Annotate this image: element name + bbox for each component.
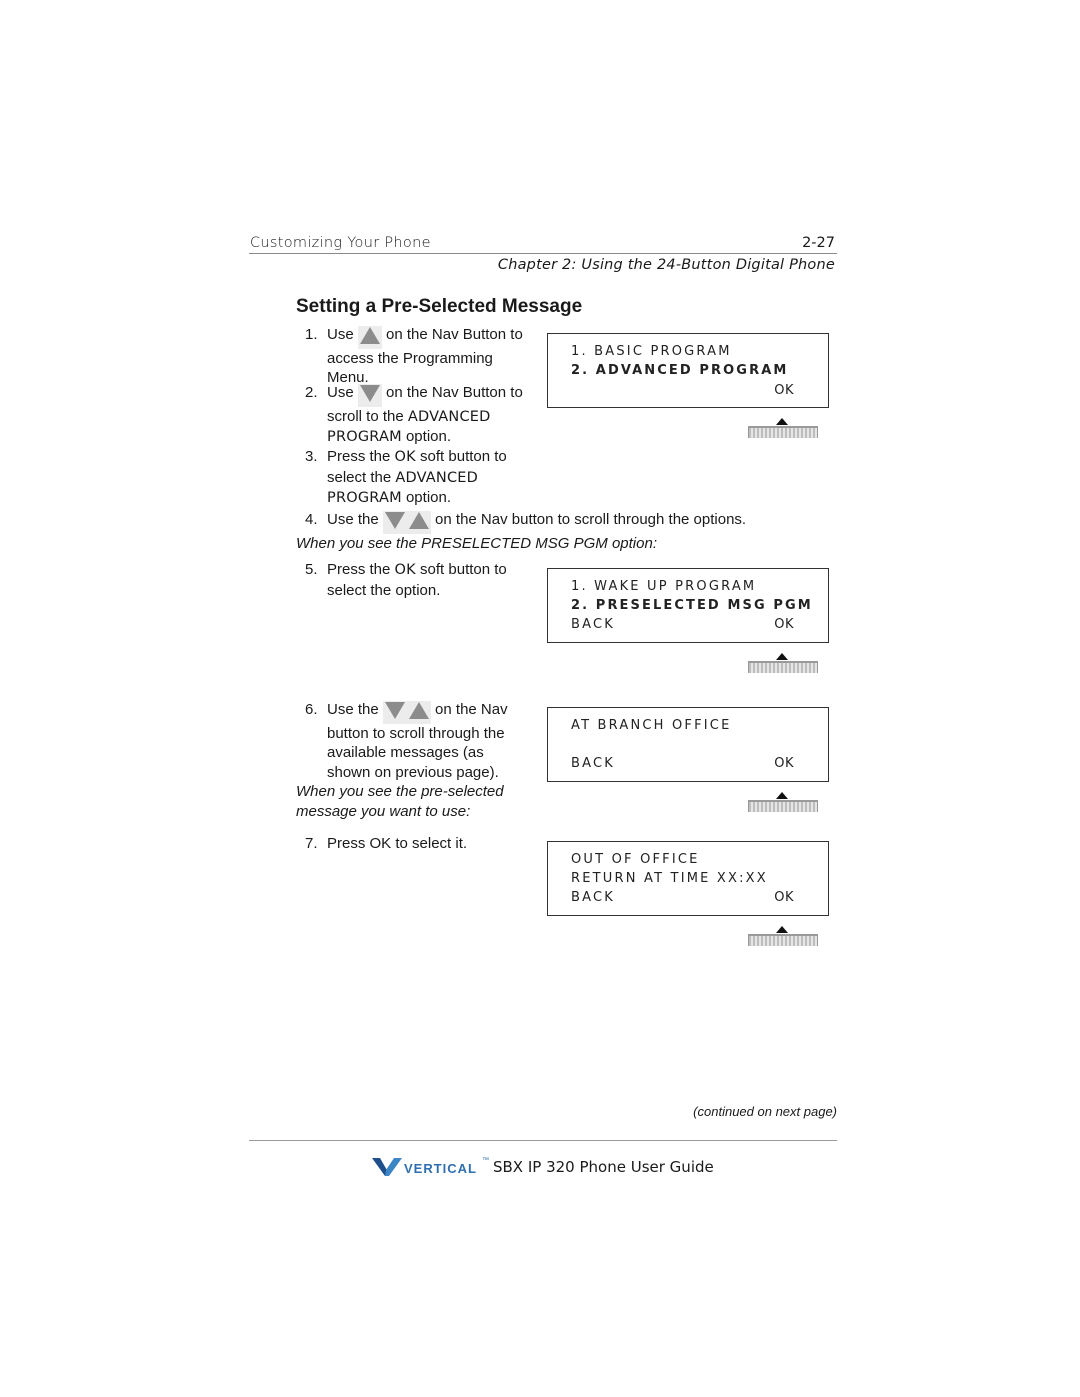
nav-button-graphic: [748, 792, 818, 818]
section-title: Customizing Your Phone: [250, 235, 431, 251]
phone-display-2: 1. WAKE UP PROGRAM 2. PRESELECTED MSG PG…: [547, 568, 829, 643]
trademark: ™: [482, 1157, 489, 1164]
phone-display-4: OUT OF OFFICE RETURN AT TIME XX:XX BACK …: [547, 841, 829, 916]
continued-note: (continued on next page): [693, 1104, 837, 1119]
nav-down-icon: [382, 511, 407, 534]
ok-softkey: OK: [774, 617, 794, 632]
nav-down-icon: [382, 701, 407, 724]
nav-button-graphic: [748, 418, 818, 444]
nav-up-icon: [406, 511, 431, 534]
nav-down-icon: [357, 384, 382, 407]
ok-softkey: OK: [774, 756, 794, 771]
nav-up-icon: [357, 326, 382, 349]
note-preselected-option: When you see the PRESELECTED MSG PGM opt…: [296, 535, 657, 552]
nav-up-icon: [406, 701, 431, 724]
ok-softkey: OK: [774, 383, 794, 398]
footer-divider: [249, 1140, 837, 1141]
nav-key-bar: [748, 426, 818, 438]
page-number: 2-27: [802, 235, 835, 251]
up-arrow-icon: [776, 653, 788, 660]
back-softkey: BACK: [571, 756, 615, 771]
phone-display-3: AT BRANCH OFFICE BACK OK: [547, 707, 829, 782]
nav-button-graphic: [748, 653, 818, 679]
nav-key-bar: [748, 934, 818, 946]
nav-key-bar: [748, 661, 818, 673]
ok-softkey: OK: [774, 890, 794, 905]
chapter-title: Chapter 2: Using the 24-Button Digital P…: [497, 257, 835, 273]
brand-name: VERTICAL: [404, 1161, 477, 1176]
nav-button-graphic: [748, 926, 818, 952]
vertical-logo-icon: [372, 1158, 402, 1176]
guide-title: SBX IP 320 Phone User Guide: [493, 1158, 714, 1176]
back-softkey: BACK: [571, 890, 615, 905]
note-pre-selected-message: When you see the pre-selected message yo…: [296, 783, 504, 820]
up-arrow-icon: [776, 418, 788, 425]
header-divider: [249, 253, 837, 254]
up-arrow-icon: [776, 926, 788, 933]
up-arrow-icon: [776, 792, 788, 799]
nav-key-bar: [748, 800, 818, 812]
phone-display-1: 1. BASIC PROGRAM 2. ADVANCED PROGRAM OK: [547, 333, 829, 408]
page-title: Setting a Pre-Selected Message: [296, 296, 583, 317]
back-softkey: BACK: [571, 617, 615, 632]
